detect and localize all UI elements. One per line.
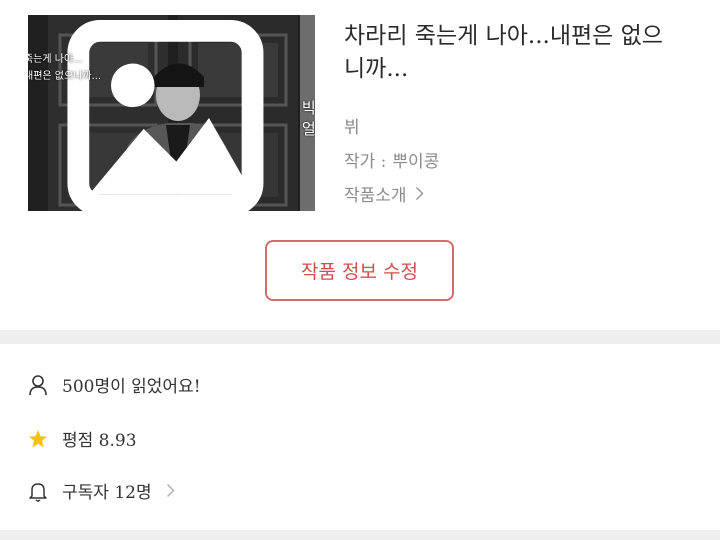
readers-count-text: 500명이 읽었어요! (62, 377, 201, 397)
section-divider (0, 330, 720, 344)
subscribers-text: 구독자 12명 (62, 483, 152, 503)
author-name: 뿌이콩 (392, 152, 440, 172)
cover-caption: 죽는게 나아... 내편은 없으니까... (28, 54, 102, 82)
bell-icon (29, 482, 47, 502)
chevron-right-icon (415, 186, 424, 201)
chevron-right-icon (166, 483, 175, 498)
readers-stat: 500명이 읽었어요! (28, 372, 201, 397)
work-intro-link[interactable]: 작품소개 (344, 181, 424, 206)
author-label: 작가 : (344, 152, 387, 172)
rating-text: 평점 8.93 (62, 431, 137, 451)
person-icon (29, 374, 47, 395)
image-icon (67, 20, 264, 211)
cover-badge-label: 빅주얼 (301, 99, 315, 138)
work-title: 차라리 죽는게 나아...내편은 없으니까... (344, 23, 663, 82)
cover-badge: 빅주얼 (34, 20, 315, 211)
subscribers-stat[interactable]: 구독자 12명 (28, 478, 175, 503)
edit-work-info-button[interactable]: 작품 정보 수정 (265, 240, 454, 301)
section-divider (0, 530, 720, 540)
rating-stat: 평점 8.93 (28, 426, 137, 451)
cover-image[interactable]: 빅주얼 죽는게 나아... 내편은 없으니까... (28, 15, 315, 211)
work-intro-label: 작품소개 (344, 186, 407, 206)
star-icon (29, 429, 47, 447)
work-header: 빅주얼 죽는게 나아... 내편은 없으니까... 차라리 죽는게 나아...내… (0, 0, 720, 330)
work-genre: 뷔 (344, 118, 360, 138)
author-row: 작가 : 뿌이콩 (344, 147, 439, 172)
